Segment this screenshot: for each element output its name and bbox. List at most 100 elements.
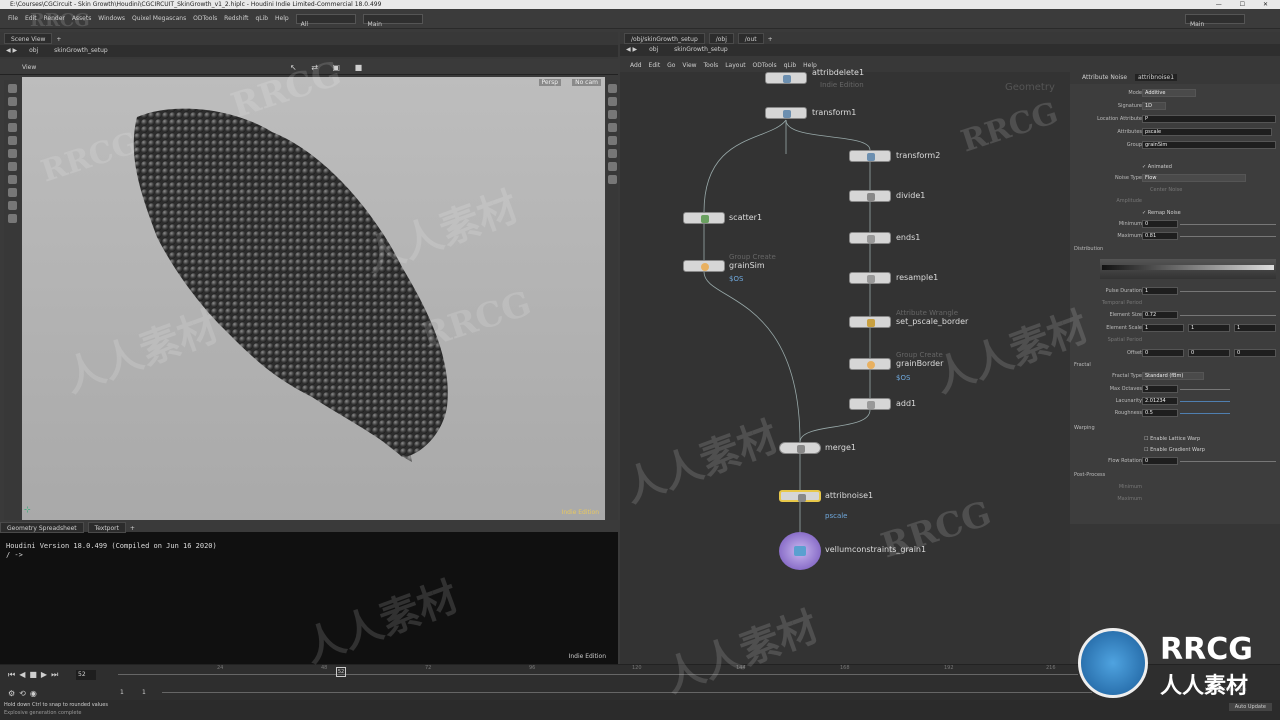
lacunarity-field[interactable]: 2.01234 xyxy=(1142,397,1178,405)
node-scatter1[interactable] xyxy=(683,212,725,224)
offset-y[interactable]: 0 xyxy=(1188,349,1230,357)
animated-checkbox[interactable]: ✓ Animated xyxy=(1142,164,1172,170)
textport-output[interactable]: Houdini Version 18.0.499 (Compiled on Ju… xyxy=(0,532,618,570)
max-octaves-slider[interactable] xyxy=(1180,389,1230,390)
rotate-tool-icon[interactable] xyxy=(7,110,17,119)
node-add1[interactable] xyxy=(849,398,891,410)
minimum-field[interactable]: 0 xyxy=(1142,220,1178,228)
roughness-slider[interactable] xyxy=(1180,413,1230,414)
node-ends1[interactable] xyxy=(849,232,891,244)
location-field[interactable]: P xyxy=(1142,115,1276,123)
build-select[interactable]: Main xyxy=(362,13,423,28)
display-points-icon[interactable] xyxy=(607,84,617,93)
start-frame-field[interactable]: 1 xyxy=(120,689,124,696)
element-scale-y[interactable]: 1 xyxy=(1188,324,1230,332)
max-octaves-field[interactable]: 3 xyxy=(1142,385,1178,393)
auto-update-button[interactable]: Auto Update xyxy=(1228,703,1272,711)
scale-tool-icon[interactable] xyxy=(7,123,17,132)
node-grainborder[interactable] xyxy=(849,358,891,370)
move-tool-icon[interactable] xyxy=(7,97,17,106)
offset-x[interactable]: 0 xyxy=(1142,349,1184,357)
offset-z[interactable]: 0 xyxy=(1234,349,1276,357)
context-obj[interactable]: obj xyxy=(29,47,38,54)
maximum-field[interactable]: 0.81 xyxy=(1142,232,1178,240)
maximum-slider[interactable] xyxy=(1180,236,1276,237)
lacunarity-slider[interactable] xyxy=(1180,401,1230,402)
menu-redshift[interactable]: Redshift xyxy=(224,9,248,29)
pose-tool-icon[interactable] xyxy=(7,149,17,158)
pulse-slider[interactable] xyxy=(1180,291,1276,292)
handle-tool-icon[interactable] xyxy=(7,136,17,145)
node-resample1[interactable] xyxy=(849,272,891,284)
timeline-options-icon[interactable]: ⚙⟲◉ xyxy=(8,689,41,698)
flow-rotation-slider[interactable] xyxy=(1180,461,1276,462)
timeline-cursor[interactable]: 52 xyxy=(336,667,346,677)
back-icon[interactable]: ◀ ▶ xyxy=(6,47,17,54)
display-normals-icon[interactable] xyxy=(607,97,617,106)
menu-help[interactable]: Help xyxy=(275,9,289,29)
gradient-checkbox[interactable]: ☐ Enable Gradient Warp xyxy=(1144,447,1205,453)
noise-type-select[interactable]: Flow xyxy=(1142,174,1246,182)
context-obj[interactable]: obj xyxy=(649,46,658,53)
element-scale-x[interactable]: 1 xyxy=(1142,324,1184,332)
add-tab-icon[interactable]: + xyxy=(130,525,135,532)
minimum-slider[interactable] xyxy=(1180,224,1276,225)
menu-qlib[interactable]: qLib xyxy=(255,9,268,29)
magnet-tool-icon[interactable] xyxy=(7,201,17,210)
node-transform1[interactable] xyxy=(765,107,807,119)
display-light-icon[interactable] xyxy=(607,162,617,171)
select-tool-icon[interactable] xyxy=(7,84,17,93)
right-build-select[interactable]: Main xyxy=(1185,14,1245,28)
display-ghost-icon[interactable] xyxy=(607,110,617,119)
add-tab-icon[interactable]: + xyxy=(56,36,61,43)
node-merge1[interactable] xyxy=(779,442,821,454)
fractal-type-select[interactable]: Standard (fBm) xyxy=(1142,372,1204,380)
tab-out[interactable]: /out xyxy=(737,33,764,44)
node-path[interactable]: skinGrowth_setup xyxy=(674,46,728,53)
node-vellumconstraints[interactable] xyxy=(779,532,821,570)
back-icon[interactable]: ◀ ▶ xyxy=(626,46,637,53)
view-label[interactable]: View xyxy=(22,64,36,71)
range-slider[interactable] xyxy=(162,692,1092,693)
tab-geometry-spreadsheet[interactable]: Geometry Spreadsheet xyxy=(0,522,84,533)
display-shade-icon[interactable] xyxy=(607,136,617,145)
element-size-slider[interactable] xyxy=(1180,315,1276,316)
element-size-field[interactable]: 0.72 xyxy=(1142,311,1178,319)
node-divide1[interactable] xyxy=(849,190,891,202)
menu-quixel[interactable]: Quixel Megascans xyxy=(132,9,186,29)
flow-rotation-field[interactable]: 0 xyxy=(1142,457,1178,465)
tab-skingrowth-setup[interactable]: /obj/skinGrowth_setup xyxy=(624,33,705,44)
display-bg-icon[interactable] xyxy=(607,175,617,184)
menu-odtools[interactable]: ODTools xyxy=(193,9,217,29)
lattice-checkbox[interactable]: ☐ Enable Lattice Warp xyxy=(1144,436,1200,442)
snap-tool-icon[interactable] xyxy=(7,188,17,197)
current-frame-field[interactable]: 52 xyxy=(76,670,96,680)
playback-controls-icon[interactable]: ⏮◀■▶⏭ xyxy=(8,670,62,680)
timeline-track[interactable] xyxy=(118,674,1078,675)
tab-textport[interactable]: Textport xyxy=(87,522,126,533)
pulse-field[interactable]: 1 xyxy=(1142,287,1178,295)
start-frame-field-2[interactable]: 1 xyxy=(142,689,146,696)
menu-windows[interactable]: Windows xyxy=(98,9,125,29)
node-attribnoise1[interactable] xyxy=(779,490,821,502)
attributes-field[interactable]: pscale xyxy=(1142,128,1272,136)
element-scale-z[interactable]: 1 xyxy=(1234,324,1276,332)
window-controls[interactable]: — ☐ ✕ xyxy=(1216,0,1276,9)
mode-select[interactable]: Additive xyxy=(1142,89,1196,97)
display-grid-icon[interactable] xyxy=(607,149,617,158)
group-field[interactable]: grainSim xyxy=(1142,141,1276,149)
roughness-field[interactable]: 0.5 xyxy=(1142,409,1178,417)
view-tool-icon[interactable] xyxy=(7,162,17,171)
menu-file[interactable]: File xyxy=(8,9,18,29)
node-set-pscale-border[interactable] xyxy=(849,316,891,328)
camera-tool-icon[interactable] xyxy=(7,175,17,184)
node-grainsim[interactable] xyxy=(683,260,725,272)
param-node-name[interactable]: attribnoise1 xyxy=(1134,74,1178,81)
desktop-select[interactable]: All xyxy=(295,13,356,28)
lock-tool-icon[interactable] xyxy=(7,214,17,223)
node-attribdelete1[interactable] xyxy=(765,72,807,84)
node-path[interactable]: skinGrowth_setup xyxy=(54,47,108,54)
add-tab-icon[interactable]: + xyxy=(768,36,773,43)
tab-scene-view[interactable]: Scene View xyxy=(4,33,53,44)
display-wire-icon[interactable] xyxy=(607,123,617,132)
